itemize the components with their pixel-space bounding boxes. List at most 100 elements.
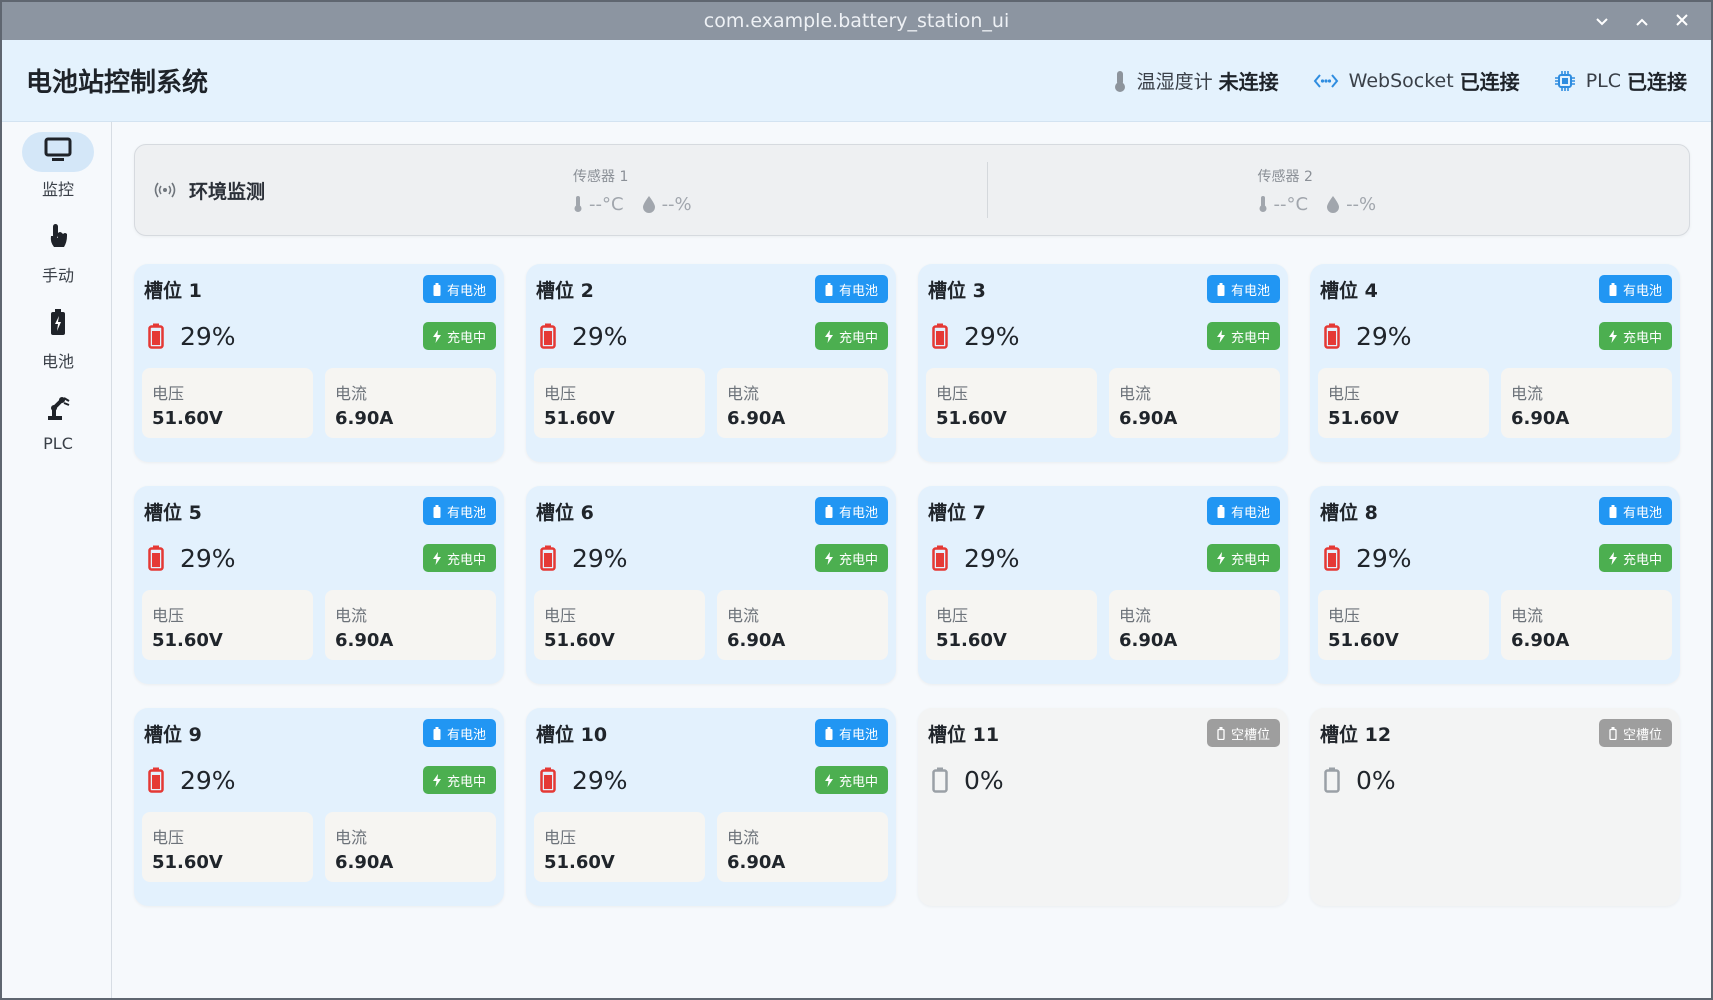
slot-charge-level: 29% [534, 544, 628, 573]
voltage-metric: 电压 51.60V [142, 590, 313, 660]
current-value: 6.90A [1511, 408, 1570, 429]
slot-card[interactable]: 槽位 1 有电池 29% 充电中 电压 51.60V 电流 6.90A [134, 264, 504, 462]
slot-name: 槽位 7 [928, 501, 986, 524]
current-value: 6.90A [335, 852, 394, 873]
slot-charge-level: 29% [926, 544, 1020, 573]
sensor-temp: --°C [589, 193, 624, 215]
voltage-value: 51.60V [1328, 630, 1399, 651]
current-label: 电流 [335, 606, 368, 625]
slot-card[interactable]: 槽位 6 有电池 29% 充电中 电压 51.60V 电流 6.90A [526, 486, 896, 684]
voltage-metric: 电压 51.60V [1318, 368, 1489, 438]
maximize-icon[interactable] [1633, 12, 1651, 31]
voltage-metric: 电压 51.60V [1318, 590, 1489, 660]
battery-full-icon [1217, 504, 1225, 518]
current-metric: 电流 6.90A [1109, 590, 1280, 660]
slot-charge-level: 29% [1318, 322, 1412, 351]
voltage-label: 电压 [544, 384, 577, 403]
lightning-icon [1608, 551, 1617, 565]
status-value: 已连接 [1627, 70, 1687, 94]
lightning-icon [1216, 551, 1225, 565]
current-label: 电流 [335, 828, 368, 847]
voltage-metric: 电压 51.60V [142, 812, 313, 882]
websocket-icon [1313, 73, 1339, 89]
voltage-metric: 电压 51.60V [926, 368, 1097, 438]
charging-badge: 充电中 [422, 322, 496, 350]
slot-name: 槽位 6 [536, 501, 594, 524]
voltage-value: 51.60V [936, 408, 1007, 429]
slot-card[interactable]: 槽位 10 有电池 29% 充电中 电压 51.60V 电流 6.90A [526, 708, 896, 906]
current-metric: 电流 6.90A [325, 590, 496, 660]
slot-charge-level: 29% [926, 322, 1020, 351]
slot-card[interactable]: 槽位 7 有电池 29% 充电中 电压 51.60V 电流 6.90A [918, 486, 1288, 684]
window-controls [1593, 2, 1691, 40]
nav-label: 电池 [41, 352, 74, 371]
sensor-2: 传感器 2 --°C --% [988, 166, 1672, 215]
lightning-icon [432, 551, 441, 565]
battery-level-icon [932, 545, 948, 571]
lightning-icon [824, 551, 833, 565]
slot-charge-level: 29% [1318, 544, 1412, 573]
battery-level-icon [148, 767, 164, 793]
battery-full-icon [825, 282, 833, 296]
slot-card[interactable]: 槽位 3 有电池 29% 充电中 电压 51.60V 电流 6.90A [918, 264, 1288, 462]
current-label: 电流 [335, 384, 368, 403]
battery-level-icon [540, 323, 556, 349]
nav-item-monitor[interactable]: 监控 [4, 122, 112, 208]
status-label: 温湿度计 [1136, 71, 1213, 93]
hand-pointer-icon [46, 222, 70, 254]
current-value: 6.90A [727, 408, 786, 429]
current-label: 电流 [727, 606, 760, 625]
voltage-value: 51.60V [152, 408, 223, 429]
slot-charge-level: 29% [142, 544, 236, 573]
slot-card[interactable]: 槽位 12 空槽位 0% [1310, 708, 1680, 906]
humidity-drop-icon [1326, 195, 1340, 213]
voltage-label: 电压 [544, 828, 577, 847]
window-titlebar: com.example.battery_station_ui [2, 2, 1711, 40]
charging-badge: 充电中 [814, 322, 888, 350]
nav-item-battery[interactable]: 电池 [4, 294, 112, 380]
slot-card[interactable]: 槽位 2 有电池 29% 充电中 电压 51.60V 电流 6.90A [526, 264, 896, 462]
current-metric: 电流 6.90A [325, 368, 496, 438]
thermometer-icon [1258, 195, 1268, 213]
nav-item-manual[interactable]: 手动 [4, 208, 112, 294]
slot-status-badge: 有电池 [1598, 275, 1672, 303]
lightning-icon [432, 773, 441, 787]
battery-empty-icon [1609, 726, 1617, 740]
charging-badge: 充电中 [1598, 544, 1672, 572]
current-label: 电流 [727, 384, 760, 403]
slot-status-badge: 空槽位 [1598, 719, 1672, 747]
slot-name: 槽位 3 [928, 279, 986, 302]
battery-level-icon [148, 323, 164, 349]
battery-level-icon [932, 767, 948, 793]
slot-card[interactable]: 槽位 9 有电池 29% 充电中 电压 51.60V 电流 6.90A [134, 708, 504, 906]
voltage-label: 电压 [152, 384, 185, 403]
current-label: 电流 [1119, 606, 1152, 625]
sidebar: 监控 手动 电池 PLC [4, 122, 112, 998]
slot-card[interactable]: 槽位 4 有电池 29% 充电中 电压 51.60V 电流 6.90A [1310, 264, 1680, 462]
thermometer-icon [573, 195, 583, 213]
slot-name: 槽位 8 [1320, 501, 1378, 524]
slot-card[interactable]: 槽位 8 有电池 29% 充电中 电压 51.60V 电流 6.90A [1310, 486, 1680, 684]
nav-item-plc[interactable]: PLC [4, 380, 112, 466]
voltage-value: 51.60V [152, 630, 223, 651]
close-icon[interactable] [1673, 12, 1691, 31]
current-metric: 电流 6.90A [1501, 368, 1672, 438]
charging-badge: 充电中 [814, 544, 888, 572]
status-value: 已连接 [1459, 70, 1520, 94]
voltage-metric: 电压 51.60V [926, 590, 1097, 660]
current-metric: 电流 6.90A [1109, 368, 1280, 438]
current-label: 电流 [727, 828, 760, 847]
battery-full-icon [1217, 282, 1225, 296]
slot-card[interactable]: 槽位 11 空槽位 0% [918, 708, 1288, 906]
battery-level-icon [540, 767, 556, 793]
slot-card[interactable]: 槽位 5 有电池 29% 充电中 电压 51.60V 电流 6.90A [134, 486, 504, 684]
current-value: 6.90A [335, 630, 394, 651]
battery-level-icon [1324, 545, 1340, 571]
voltage-value: 51.60V [936, 630, 1007, 651]
battery-charging-icon [49, 308, 67, 340]
slot-charge-level: 29% [142, 322, 236, 351]
sensor-1: 传感器 1 --°C --% [553, 166, 987, 215]
slot-status-badge: 有电池 [814, 275, 888, 303]
slot-status-badge: 有电池 [1598, 497, 1672, 525]
minimize-icon[interactable] [1593, 12, 1611, 31]
